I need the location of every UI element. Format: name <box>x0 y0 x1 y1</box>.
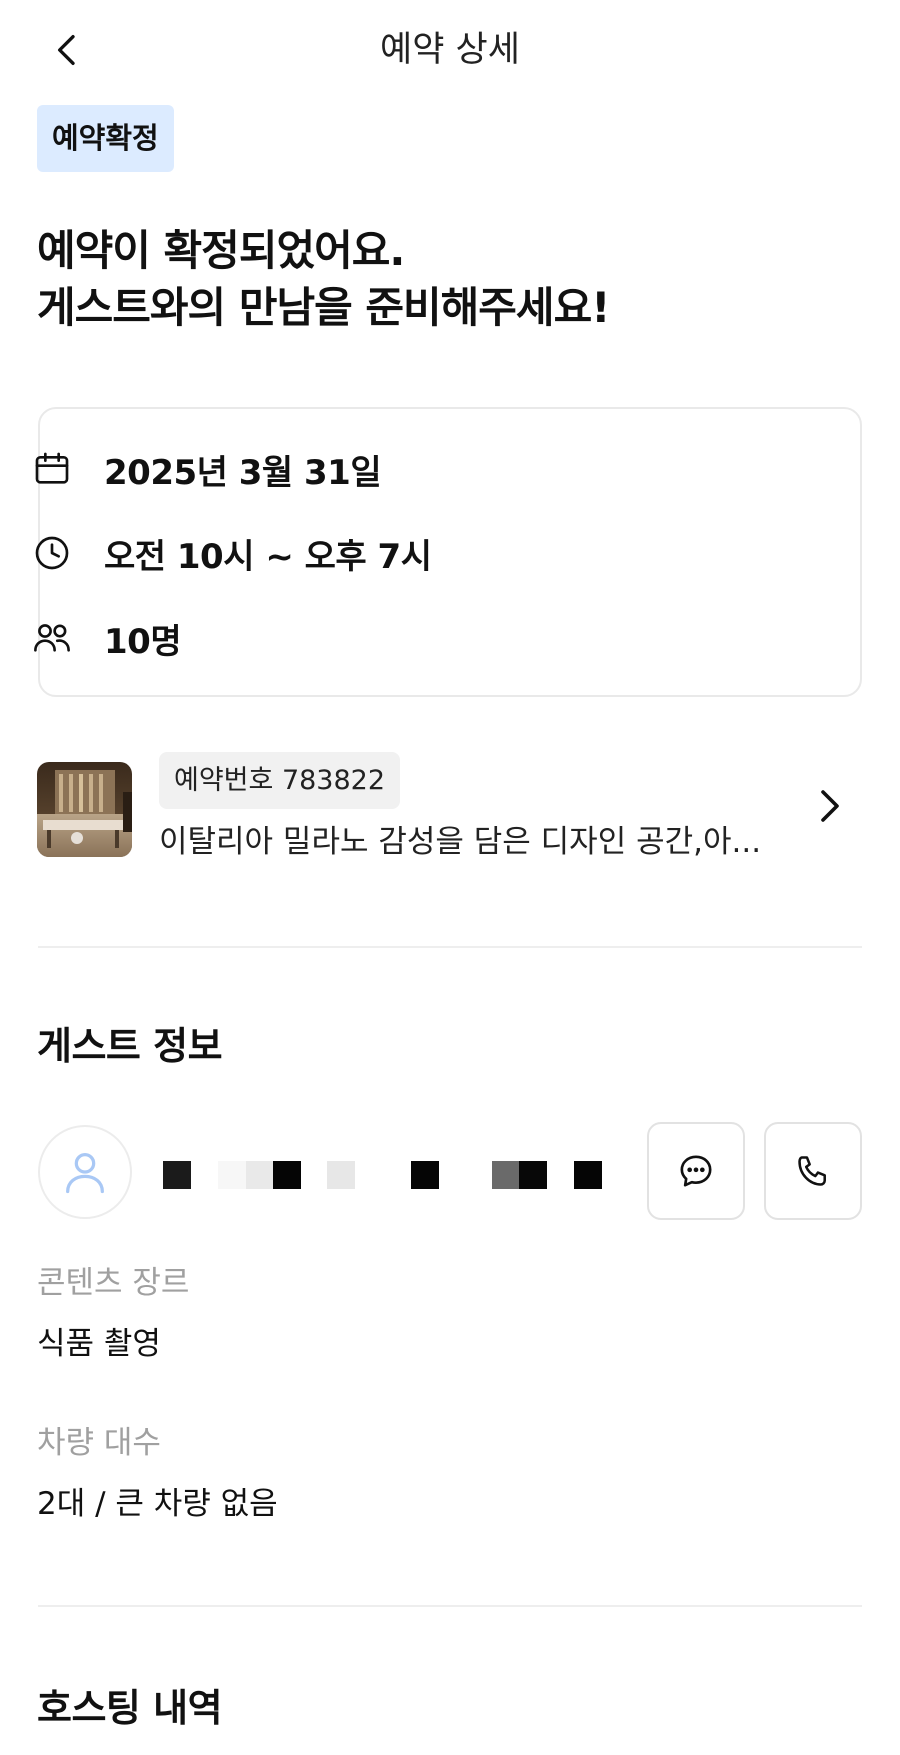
status-badge: 예약확정 <box>37 105 174 172</box>
booking-time-row: 오전 10시 ~ 오후 7시 <box>30 528 432 578</box>
call-button[interactable] <box>764 1122 862 1220</box>
section-divider <box>38 946 862 948</box>
section-divider <box>38 1605 862 1607</box>
confirmation-headline: 예약이 확정되었어요. 게스트와의 만남을 준비해주세요! <box>37 222 867 336</box>
page-title: 예약 상세 <box>380 30 520 70</box>
chat-button[interactable] <box>647 1122 745 1220</box>
chevron-right-icon <box>821 790 839 822</box>
hosting-section-title: 호스팅 내역 <box>37 1686 223 1730</box>
users-icon <box>30 616 74 660</box>
user-icon <box>66 1153 104 1194</box>
booking-people: 10명 <box>104 621 182 662</box>
headline-line-2: 게스트와의 만남을 준비해주세요! <box>37 283 610 332</box>
genre-label: 콘텐츠 장르 <box>37 1265 190 1301</box>
phone-icon <box>798 1156 826 1186</box>
space-link[interactable]: 예약번호 783822 이탈리아 밀라노 감성을 담은 디자인 공간,아... <box>37 752 863 862</box>
headline-line-1: 예약이 확정되었어요. <box>37 226 405 275</box>
vehicle-label: 차량 대수 <box>37 1425 161 1461</box>
genre-value: 식품 촬영 <box>37 1326 161 1362</box>
booking-date-row: 2025년 3월 31일 <box>30 444 382 494</box>
clock-icon <box>30 531 74 575</box>
booking-date: 2025년 3월 31일 <box>104 452 382 493</box>
vehicle-value: 2대 / 큰 차량 없음 <box>37 1486 278 1522</box>
guest-section-title: 게스트 정보 <box>37 1024 223 1068</box>
chat-bubble-icon <box>680 1155 712 1187</box>
booking-time: 오전 10시 ~ 오후 7시 <box>104 536 432 577</box>
booking-people-row: 10명 <box>30 613 182 663</box>
avatar <box>38 1125 132 1219</box>
space-name: 이탈리아 밀라노 감성을 담은 디자인 공간,아... <box>159 824 762 860</box>
space-thumbnail <box>37 762 132 857</box>
top-bar: 예약 상세 <box>0 0 900 100</box>
calendar-icon <box>30 447 74 491</box>
reservation-number-badge: 예약번호 783822 <box>159 752 401 809</box>
